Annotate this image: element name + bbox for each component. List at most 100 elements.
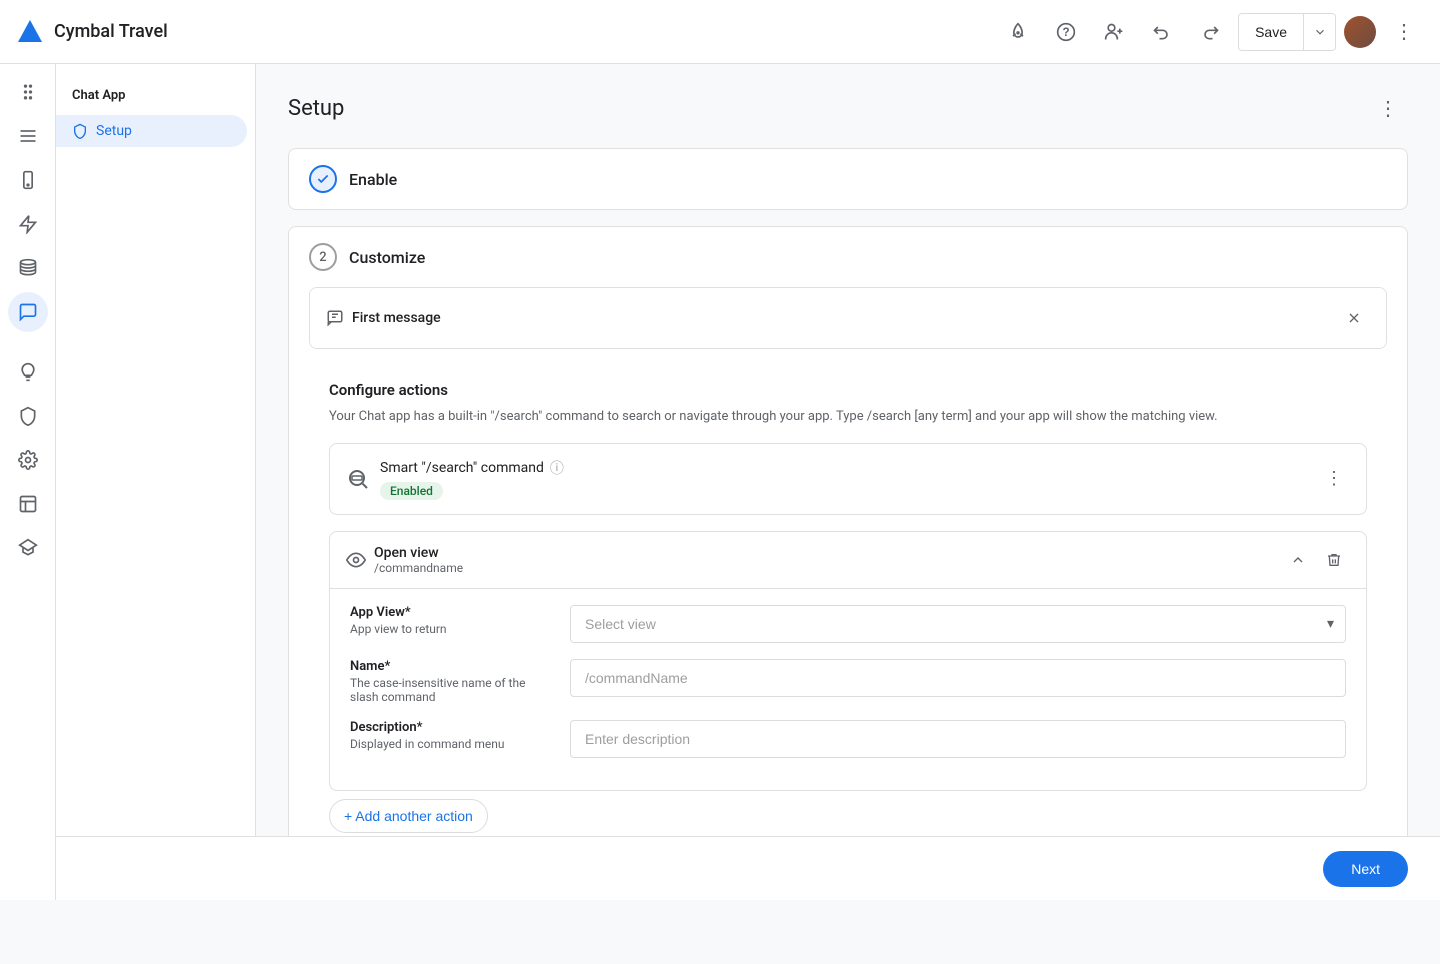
first-message-title: First message xyxy=(352,310,441,326)
nav-panel: Chat App Setup xyxy=(56,64,256,900)
rocket-button[interactable] xyxy=(998,12,1038,52)
first-message-close-button[interactable] xyxy=(1338,302,1370,334)
open-view-collapse-button[interactable] xyxy=(1282,544,1314,576)
chart-icon xyxy=(18,494,38,514)
open-view-header: Open view /commandname xyxy=(330,532,1366,589)
list-icon xyxy=(18,126,38,146)
next-button[interactable]: Next xyxy=(1323,851,1408,887)
configure-title: Configure actions xyxy=(329,381,1367,399)
open-view-body: App View* App view to return Select view… xyxy=(330,589,1366,790)
info-icon: ⓘ xyxy=(550,458,564,478)
step-1-number xyxy=(309,165,337,193)
name-row: Name* The case-insensitive name of the s… xyxy=(350,659,1346,704)
settings-icon xyxy=(18,450,38,470)
more-menu-button[interactable]: ⋮ xyxy=(1384,12,1424,52)
close-icon xyxy=(1346,310,1362,326)
sidebar-mobile-icon-btn[interactable] xyxy=(8,160,48,200)
smart-search-title: Smart "/search" command xyxy=(380,460,544,476)
description-sublabel: Displayed in command menu xyxy=(350,737,550,751)
sidebar-storage-icon-btn[interactable] xyxy=(8,248,48,288)
page-more-icon: ⋮ xyxy=(1378,96,1398,121)
save-dropdown-button[interactable] xyxy=(1303,14,1335,50)
undo-button[interactable] xyxy=(1142,12,1182,52)
name-input[interactable] xyxy=(570,659,1346,697)
bulb-icon xyxy=(18,362,38,382)
page-header: Setup ⋮ xyxy=(288,88,1408,128)
configure-actions-section: Configure actions Your Chat app has a bu… xyxy=(309,365,1387,849)
save-btn-group: Save xyxy=(1238,13,1336,51)
command-card-left: Smart "/search" command ⓘ Enabled xyxy=(346,458,564,500)
step-enable-header[interactable]: Enable xyxy=(289,149,1407,209)
app-view-select-wrapper: Select view ▾ xyxy=(570,605,1346,643)
app-view-input-col: Select view ▾ xyxy=(570,605,1346,643)
sidebar-list-icon-btn[interactable] xyxy=(8,116,48,156)
sidebar-chat-icon-btn[interactable] xyxy=(8,292,48,332)
graduation-icon xyxy=(18,538,38,558)
open-view-subtitle: /commandname xyxy=(374,561,463,575)
description-input[interactable] xyxy=(570,720,1346,758)
save-button[interactable]: Save xyxy=(1239,16,1303,48)
help-icon: ? xyxy=(1056,22,1076,42)
open-view-delete-button[interactable] xyxy=(1318,544,1350,576)
check-icon xyxy=(316,172,330,186)
step-2-content: First message xyxy=(289,287,1407,869)
open-view-card: Open view /commandname xyxy=(329,531,1367,791)
app-view-select[interactable]: Select view xyxy=(570,605,1346,643)
help-button[interactable]: ? xyxy=(1046,12,1086,52)
open-view-header-right xyxy=(1282,544,1350,576)
nav-item-label: Setup xyxy=(96,123,132,139)
step-enable-card: Enable xyxy=(288,148,1408,210)
add-person-icon xyxy=(1104,22,1124,42)
name-input-col xyxy=(570,659,1346,697)
page-more-button[interactable]: ⋮ xyxy=(1368,88,1408,128)
sidebar-graduation-icon-btn[interactable] xyxy=(8,528,48,568)
drag-icon xyxy=(18,82,38,102)
step-2-number: 2 xyxy=(309,243,337,271)
smart-search-more-button[interactable]: ⋮ xyxy=(1318,463,1350,495)
setup-nav-icon xyxy=(72,123,88,139)
step-customize-header[interactable]: 2 Customize xyxy=(289,227,1407,287)
sidebar-settings-icon-btn[interactable] xyxy=(8,440,48,480)
sidebar-drag-icon-btn[interactable] xyxy=(8,72,48,112)
rocket-icon xyxy=(1008,22,1028,42)
topbar-right: ? Save xyxy=(998,12,1424,52)
delete-icon xyxy=(1326,552,1342,568)
sidebar-security-icon-btn[interactable] xyxy=(8,396,48,436)
add-person-button[interactable] xyxy=(1094,12,1134,52)
sidebar-lightning-icon-btn[interactable] xyxy=(8,204,48,244)
command-info: Smart "/search" command ⓘ Enabled xyxy=(380,458,564,500)
description-row: Description* Displayed in command menu xyxy=(350,720,1346,758)
security-icon xyxy=(18,406,38,426)
svg-text:?: ? xyxy=(1063,26,1070,39)
main-content: Setup ⋮ Enable 2 Customize xyxy=(256,64,1440,900)
layout: Chat App Setup Setup ⋮ Enable xyxy=(0,64,1440,900)
step-2-title: Customize xyxy=(349,248,425,267)
add-action-button[interactable]: + Add another action xyxy=(329,799,488,833)
nav-section-title: Chat App xyxy=(56,80,255,111)
chevron-up-icon xyxy=(1290,552,1306,568)
app-title: Cymbal Travel xyxy=(54,21,168,42)
open-view-title-group: Open view /commandname xyxy=(374,545,463,575)
undo-icon xyxy=(1152,22,1172,42)
description-label: Description* xyxy=(350,720,550,735)
storage-icon xyxy=(18,258,38,278)
step-1-title: Enable xyxy=(349,170,397,189)
sidebar-chart-icon-btn[interactable] xyxy=(8,484,48,524)
topbar-left: Cymbal Travel xyxy=(16,18,168,46)
app-view-sublabel: App view to return xyxy=(350,622,550,636)
redo-button[interactable] xyxy=(1190,12,1230,52)
first-message-header-right xyxy=(1338,302,1370,334)
lightning-icon xyxy=(18,214,38,234)
nav-item-setup[interactable]: Setup xyxy=(56,115,247,147)
first-message-card: First message xyxy=(309,287,1387,349)
eye-icon xyxy=(346,550,366,570)
smart-search-badge: Enabled xyxy=(380,482,443,500)
avatar[interactable] xyxy=(1344,16,1376,48)
name-label-col: Name* The case-insensitive name of the s… xyxy=(350,659,550,704)
sidebar-bulb-icon-btn[interactable] xyxy=(8,352,48,392)
first-message-header: First message xyxy=(310,288,1386,348)
chevron-down-icon xyxy=(1313,25,1327,39)
configure-desc: Your Chat app has a built-in "/search" c… xyxy=(329,407,1367,427)
logo-icon xyxy=(16,18,44,46)
sidebar-icons xyxy=(0,64,56,900)
